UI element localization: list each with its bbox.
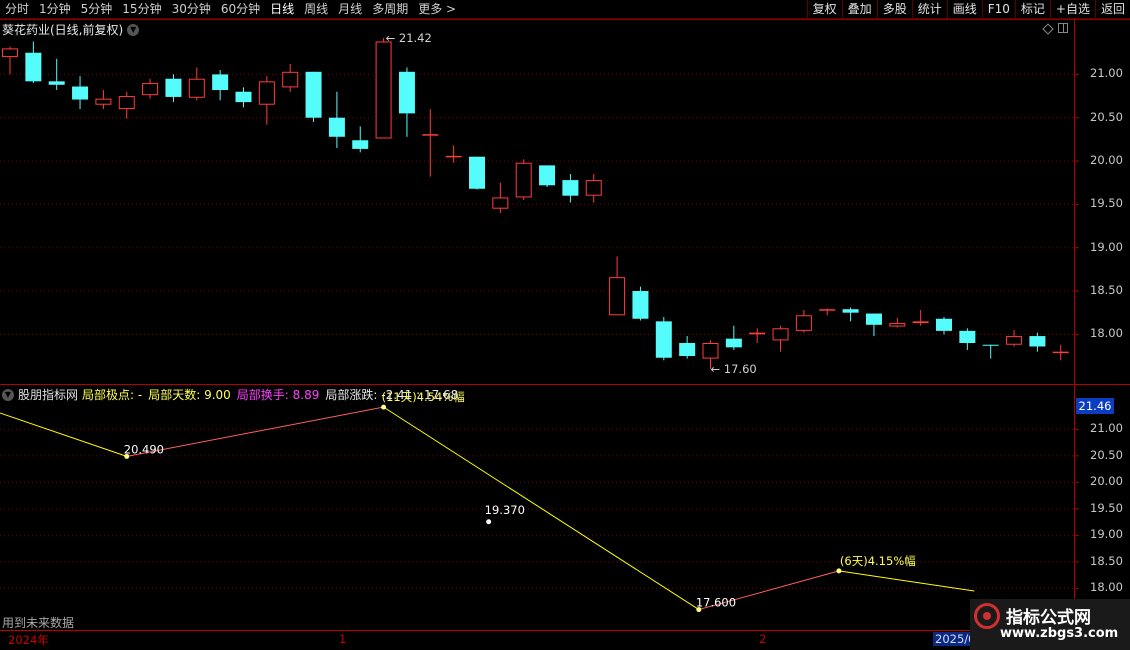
stock-title: 葵花药业(日线,前复权) bbox=[2, 23, 124, 37]
date-axis: 2024年 1 2 2025/0 bbox=[0, 630, 1130, 650]
candle-body bbox=[118, 96, 135, 110]
candle-body bbox=[772, 328, 789, 341]
main-axis-label: 19.50 bbox=[1090, 196, 1123, 211]
date-label-feb: 2 bbox=[759, 632, 767, 646]
candle-body bbox=[865, 313, 882, 325]
indicator-header: ▼ 股朋指标网 局部极点: - 局部天数: 9.00 局部换手: 8.89 局部涨跌:… bbox=[2, 386, 458, 403]
indicator-axis-label: 18.00 bbox=[1090, 580, 1123, 595]
indicator-field-3: 局部涨跌: -2.41 : 17.68 bbox=[325, 388, 459, 402]
min-price-label: ← 17.60 bbox=[711, 362, 757, 376]
candle-body bbox=[702, 343, 719, 359]
main-axis-label: 18.50 bbox=[1090, 283, 1123, 298]
indicator-name: 股朋指标网 bbox=[18, 388, 79, 402]
candle-body bbox=[235, 91, 252, 103]
candle-body bbox=[165, 78, 182, 97]
candle-body bbox=[72, 86, 89, 100]
candle-body bbox=[959, 330, 976, 344]
diamond-icon[interactable] bbox=[1042, 23, 1054, 35]
zigzag-point bbox=[381, 404, 387, 410]
watermark-url: www.zbgs3.com bbox=[1000, 626, 1119, 641]
chart-corner-tools bbox=[1042, 23, 1068, 35]
candle-body bbox=[609, 277, 626, 316]
candle-body bbox=[725, 338, 742, 348]
candle-body bbox=[282, 71, 299, 88]
indicator-field-0: 局部极点: - bbox=[82, 388, 143, 402]
candle-body bbox=[1029, 336, 1046, 347]
candle-body bbox=[749, 332, 766, 335]
candle-body bbox=[632, 291, 649, 319]
candle-body bbox=[398, 71, 415, 114]
indicator-axis-label: 18.50 bbox=[1090, 553, 1123, 568]
main-axis-label: 18.00 bbox=[1090, 326, 1123, 341]
chevron-down-icon[interactable]: ▼ bbox=[127, 23, 140, 36]
zigzag-segment bbox=[126, 406, 384, 457]
zigzag-point bbox=[836, 568, 842, 574]
zigzag-annotation: 17.600 bbox=[696, 596, 736, 610]
logo-icon bbox=[974, 603, 1000, 629]
main-axis-label: 21.00 bbox=[1090, 66, 1123, 81]
date-label-year: 2024年 bbox=[8, 633, 49, 647]
indicator-fields: 局部极点: - 局部天数: 9.00 局部换手: 8.89 局部涨跌: -2.41 :… bbox=[82, 386, 458, 403]
candle-body bbox=[469, 156, 485, 189]
candle-body bbox=[936, 318, 952, 331]
candle-body bbox=[258, 81, 275, 105]
candle-body bbox=[445, 155, 462, 158]
watermark-logo: 指标公式网 www.zbgs3.com bbox=[970, 599, 1130, 650]
candle-body bbox=[889, 323, 906, 327]
zigzag-annotation: (6天)4.15%幅 bbox=[840, 554, 916, 568]
main-axis-label: 19.00 bbox=[1090, 239, 1123, 254]
candle-body bbox=[585, 180, 602, 196]
watermark-title: 指标公式网 bbox=[1006, 608, 1091, 628]
candle-body bbox=[1052, 351, 1069, 354]
candle-body bbox=[515, 162, 532, 198]
candle-body bbox=[48, 81, 65, 85]
candle-body bbox=[2, 48, 18, 58]
candle-body bbox=[328, 117, 345, 137]
indicator-axis-label: 20.50 bbox=[1090, 447, 1123, 462]
candle-body bbox=[819, 309, 836, 311]
candle-body bbox=[375, 41, 392, 139]
candle-body bbox=[562, 180, 579, 196]
indicator-field-2: 局部换手: 8.89 bbox=[236, 388, 320, 402]
kline-chart[interactable]: ← 21.42← 17.6020.490(11天)4.54%幅19.37017.… bbox=[0, 0, 1130, 650]
zigzag-segment bbox=[383, 406, 700, 611]
chevron-down-icon[interactable]: ▼ bbox=[2, 388, 14, 401]
candle-body bbox=[95, 98, 112, 105]
candle-body bbox=[305, 71, 322, 118]
indicator-axis-label: 19.50 bbox=[1090, 500, 1123, 515]
indicator-axis-label: 21.00 bbox=[1090, 421, 1123, 436]
max-price-label: ← 21.42 bbox=[386, 31, 432, 45]
indicator-axis-label: 20.00 bbox=[1090, 474, 1123, 489]
candle-body bbox=[982, 344, 999, 346]
current-value-badge: 21.46 bbox=[1076, 398, 1114, 414]
indicator-axis-label: 19.00 bbox=[1090, 527, 1123, 542]
zigzag-annotation: 19.370 bbox=[485, 503, 525, 517]
candle-body bbox=[539, 165, 556, 186]
main-axis-label: 20.50 bbox=[1090, 109, 1123, 124]
candle-body bbox=[422, 134, 439, 136]
candle-body bbox=[795, 315, 812, 331]
candle-body bbox=[25, 52, 42, 82]
candle-body bbox=[842, 309, 859, 313]
indicator-field-1: 局部天数: 9.00 bbox=[148, 388, 231, 402]
candle-body bbox=[352, 140, 369, 149]
candle-body bbox=[492, 197, 509, 209]
main-chart-header: 葵花药业(日线,前复权) ▼ bbox=[2, 21, 140, 38]
layout-icon[interactable] bbox=[1058, 23, 1068, 33]
candle-body bbox=[1006, 336, 1023, 345]
candle-body bbox=[912, 321, 929, 324]
candle-body bbox=[655, 321, 672, 358]
candle-body bbox=[212, 74, 229, 90]
candle-body bbox=[679, 343, 696, 357]
isolated-point bbox=[486, 519, 492, 525]
future-data-note: 用到未来数据 bbox=[2, 616, 75, 630]
date-label-jan: 1 bbox=[339, 632, 347, 646]
candle-body bbox=[188, 78, 205, 98]
candle-body bbox=[142, 83, 159, 96]
zigzag-segment bbox=[838, 570, 975, 592]
main-axis-label: 20.00 bbox=[1090, 153, 1123, 168]
zigzag-annotation: 20.490 bbox=[124, 442, 164, 456]
zigzag-segment bbox=[0, 412, 127, 457]
